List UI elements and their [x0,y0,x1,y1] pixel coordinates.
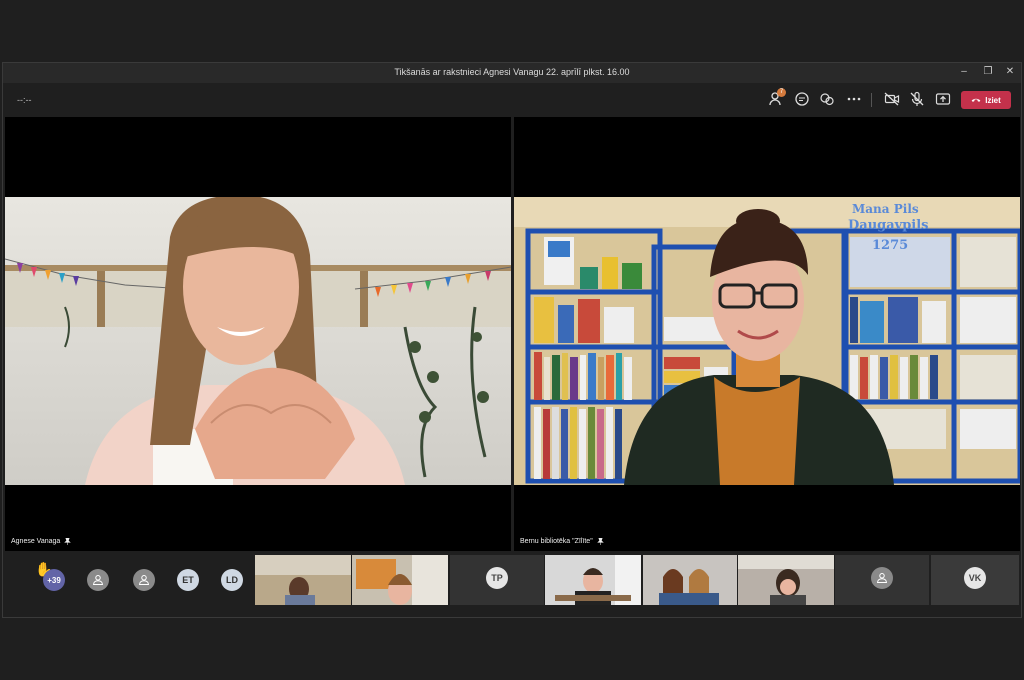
participant-tile-tp[interactable]: TP [450,555,544,605]
phone-hangup-icon [971,98,981,102]
video-tile-library[interactable]: Mana Pils Daugavpils 1275 Bernu bibliotē… [514,117,1020,551]
pin-icon [64,538,72,545]
participant-video-tile[interactable] [255,555,351,605]
library-video: Mana Pils Daugavpils 1275 [514,197,1020,485]
participant-name-label: Agnese Vanaga [11,538,72,545]
leave-button[interactable]: Iziet [961,91,1011,109]
close-button[interactable]: ✕ [999,66,1021,77]
speaker-name: Agnese Vanaga [11,538,61,545]
participants-badge: 7 [777,88,786,97]
more-options-icon[interactable] [846,91,862,107]
participant-avatar[interactable] [133,569,155,591]
participant-strip: ✋ +39 ET LD TP VK [3,553,1021,609]
participant-video-tile[interactable] [643,555,737,605]
meeting-timer: --:-- [17,95,32,105]
participant-avatar-et[interactable]: ET [177,569,199,591]
maximize-button[interactable]: ❐ [977,66,999,77]
person-icon [877,573,887,583]
title-bar: Tikšanās ar rakstnieci Agnesi Vanagu 22.… [3,63,1021,83]
teams-meeting-window: Tikšanās ar rakstnieci Agnesi Vanagu 22.… [2,62,1022,618]
person-icon [93,575,103,585]
participant-avatar [871,567,893,589]
participant-name-label: Bernu bibliotēka "Zīlīte" [520,538,604,545]
svg-text:1275: 1275 [872,238,908,253]
reactions-icon[interactable] [819,91,835,107]
library-name: Bernu bibliotēka "Zīlīte" [520,538,593,545]
participant-tile-vk[interactable]: VK [931,555,1019,605]
participant-video-tile[interactable] [738,555,834,605]
participant-tile[interactable] [835,555,929,605]
minimize-button[interactable]: – [953,66,975,77]
participant-avatar-vk: VK [964,567,986,589]
wall-lettering: Mana Pils [852,202,919,216]
video-tile-agnese[interactable]: Agnese Vanaga [5,117,511,551]
meeting-toolbar: --:-- 7 Iziet [3,83,1021,115]
toolbar-divider [871,93,872,107]
pin-icon [596,538,604,545]
camera-off-icon[interactable] [884,91,900,107]
participant-avatar-tp: TP [486,567,508,589]
participant-avatar[interactable] [87,569,109,591]
leave-label: Iziet [985,95,1001,105]
svg-text:Daugavpils: Daugavpils [848,218,929,233]
participants-icon[interactable]: 7 [769,88,786,107]
participant-video-tile[interactable] [352,555,448,605]
person-icon [139,575,149,585]
window-title: Tikšanās ar rakstnieci Agnesi Vanagu 22.… [394,67,630,77]
chat-icon[interactable] [794,91,810,107]
more-participants-avatar[interactable]: +39 [43,569,65,591]
share-screen-icon[interactable] [935,91,951,107]
participant-video-tile[interactable] [545,555,641,605]
participant-avatar-ld[interactable]: LD [221,569,243,591]
mic-off-icon[interactable] [909,91,925,107]
speaker-video [5,197,511,485]
